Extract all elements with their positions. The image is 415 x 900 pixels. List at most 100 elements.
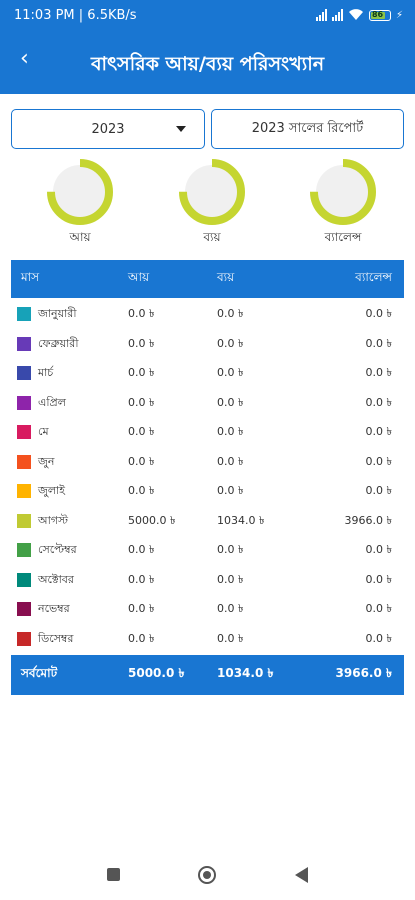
month-income: 0.0 ৳	[128, 366, 155, 380]
balance-gauge: ব্যালেন্স	[307, 157, 379, 249]
home-circle-icon[interactable]	[198, 866, 216, 884]
month-income: 5000.0 ৳	[128, 513, 176, 527]
month-balance: 3966.0 ৳	[344, 513, 392, 527]
total-label: সর্বমোট	[21, 666, 58, 680]
app-bar: ‹ বাৎসরিক আয়/ব্যয় পরিসংখ্যান	[0, 32, 415, 94]
month-name: জুন	[38, 454, 55, 468]
expense-gauge: ব্যয়	[176, 157, 248, 249]
table-row: জুন 0.0 ৳ 0.0 ৳ 0.0 ৳	[11, 448, 404, 478]
charging-icon: ⚡	[395, 9, 403, 21]
month-color-swatch	[17, 572, 31, 587]
table-row: অক্টোবর 0.0 ৳ 0.0 ৳ 0.0 ৳	[11, 566, 404, 596]
month-income: 0.0 ৳	[128, 572, 155, 586]
table-row: মার্চ 0.0 ৳ 0.0 ৳ 0.0 ৳	[11, 359, 404, 389]
month-balance: 0.0 ৳	[365, 484, 392, 498]
month-balance: 0.0 ৳	[365, 425, 392, 439]
month-rows: জানুয়ারী 0.0 ৳ 0.0 ৳ 0.0 ৳ ফেব্রুয়ারী 0.0 ৳…	[11, 300, 404, 654]
month-name: জুলাই	[38, 484, 65, 498]
month-income: 0.0 ৳	[128, 543, 155, 557]
dropdown-caret-icon	[176, 126, 186, 132]
month-color-swatch	[17, 602, 31, 616]
page-title: বাৎসরিক আয়/ব্যয় পরিসংখ্যান	[90, 53, 325, 75]
wifi-icon	[348, 9, 363, 20]
month-color-swatch	[17, 366, 31, 380]
signal-icon	[315, 9, 327, 21]
month-color-swatch	[17, 631, 31, 646]
status-bar: 11:03 PM | 6.5KB/s 86 ⚡	[0, 0, 415, 32]
month-expense: 0.0 ৳	[217, 602, 244, 616]
month-balance: 0.0 ৳	[365, 602, 392, 616]
month-expense: 0.0 ৳	[217, 425, 244, 439]
total-expense: 1034.0 ৳	[217, 666, 274, 680]
month-name: সেপ্টেম্বর	[38, 543, 77, 557]
year-dropdown[interactable]: 2023	[11, 109, 205, 149]
month-expense: 0.0 ৳	[217, 336, 244, 350]
battery-icon: 86	[368, 9, 391, 21]
table-row: নভেম্বর 0.0 ৳ 0.0 ৳ 0.0 ৳	[11, 595, 404, 625]
header-income: আয়	[128, 270, 150, 284]
month-color-swatch	[17, 454, 31, 469]
month-name: ডিসেম্বর	[38, 631, 74, 645]
status-icons: 86 ⚡	[315, 9, 403, 21]
recents-square-icon[interactable]	[107, 868, 120, 881]
month-expense: 1034.0 ৳	[217, 513, 265, 527]
month-balance: 0.0 ৳	[365, 454, 392, 468]
income-gauge: আয়	[44, 157, 116, 249]
total-balance: 3966.0 ৳	[335, 666, 392, 680]
month-balance: 0.0 ৳	[365, 336, 392, 350]
table-header: মাস আয় ব্যয় ব্যালেন্স	[11, 260, 404, 298]
month-balance: 0.0 ৳	[365, 307, 392, 321]
month-color-swatch	[17, 543, 31, 557]
month-income: 0.0 ৳	[128, 336, 155, 350]
table-row: জানুয়ারী 0.0 ৳ 0.0 ৳ 0.0 ৳	[11, 300, 404, 330]
month-income: 0.0 ৳	[128, 602, 155, 616]
expense-gauge-label: ব্যয়	[203, 230, 221, 244]
income-gauge-label: আয়	[69, 230, 91, 244]
month-balance: 0.0 ৳	[365, 631, 392, 645]
table-row: এপ্রিল 0.0 ৳ 0.0 ৳ 0.0 ৳	[11, 389, 404, 419]
month-name: মার্চ	[38, 366, 54, 380]
month-color-swatch	[17, 307, 31, 321]
system-nav-bar	[0, 850, 415, 900]
table-row: ডিসেম্বর 0.0 ৳ 0.0 ৳ 0.0 ৳	[11, 625, 404, 655]
month-name: মে	[38, 425, 49, 439]
month-expense: 0.0 ৳	[217, 572, 244, 586]
year-value: 2023	[91, 121, 125, 137]
month-income: 0.0 ৳	[128, 454, 155, 468]
month-income: 0.0 ৳	[128, 307, 155, 321]
month-expense: 0.0 ৳	[217, 395, 244, 409]
balance-donut	[310, 159, 376, 225]
month-balance: 0.0 ৳	[365, 395, 392, 409]
month-expense: 0.0 ৳	[217, 366, 244, 380]
table-row: ফেব্রুয়ারী 0.0 ৳ 0.0 ৳ 0.0 ৳	[11, 330, 404, 360]
month-name: জানুয়ারী	[38, 307, 77, 321]
status-time: 11:03 PM | 6.5KB/s	[14, 8, 137, 23]
total-income: 5000.0 ৳	[128, 666, 185, 680]
month-color-swatch	[17, 484, 31, 498]
month-color-swatch	[17, 425, 31, 439]
income-donut	[47, 159, 113, 225]
month-name: অক্টোবর	[38, 572, 74, 586]
header-month: মাস	[21, 270, 40, 284]
month-color-swatch	[17, 336, 31, 351]
month-expense: 0.0 ৳	[217, 631, 244, 645]
header-balance: ব্যালেন্স	[355, 270, 392, 284]
table-row: সেপ্টেম্বর 0.0 ৳ 0.0 ৳ 0.0 ৳	[11, 536, 404, 566]
month-income: 0.0 ৳	[128, 395, 155, 409]
month-balance: 0.0 ৳	[365, 572, 392, 586]
month-expense: 0.0 ৳	[217, 484, 244, 498]
month-name: আগস্ট	[38, 513, 69, 527]
back-triangle-icon[interactable]	[295, 867, 308, 883]
table-row: আগস্ট 5000.0 ৳ 1034.0 ৳ 3966.0 ৳	[11, 507, 404, 537]
month-expense: 0.0 ৳	[217, 543, 244, 557]
table-total-row: সর্বমোট 5000.0 ৳ 1034.0 ৳ 3966.0 ৳	[11, 655, 404, 695]
month-expense: 0.0 ৳	[217, 307, 244, 321]
month-name: ফেব্রুয়ারী	[38, 336, 79, 350]
month-color-swatch	[17, 513, 31, 528]
yearly-report-button[interactable]: 2023 সালের রিপোর্ট	[211, 109, 404, 149]
month-balance: 0.0 ৳	[365, 543, 392, 557]
month-color-swatch	[17, 395, 31, 410]
month-name: নভেম্বর	[38, 602, 70, 616]
month-expense: 0.0 ৳	[217, 454, 244, 468]
month-income: 0.0 ৳	[128, 425, 155, 439]
